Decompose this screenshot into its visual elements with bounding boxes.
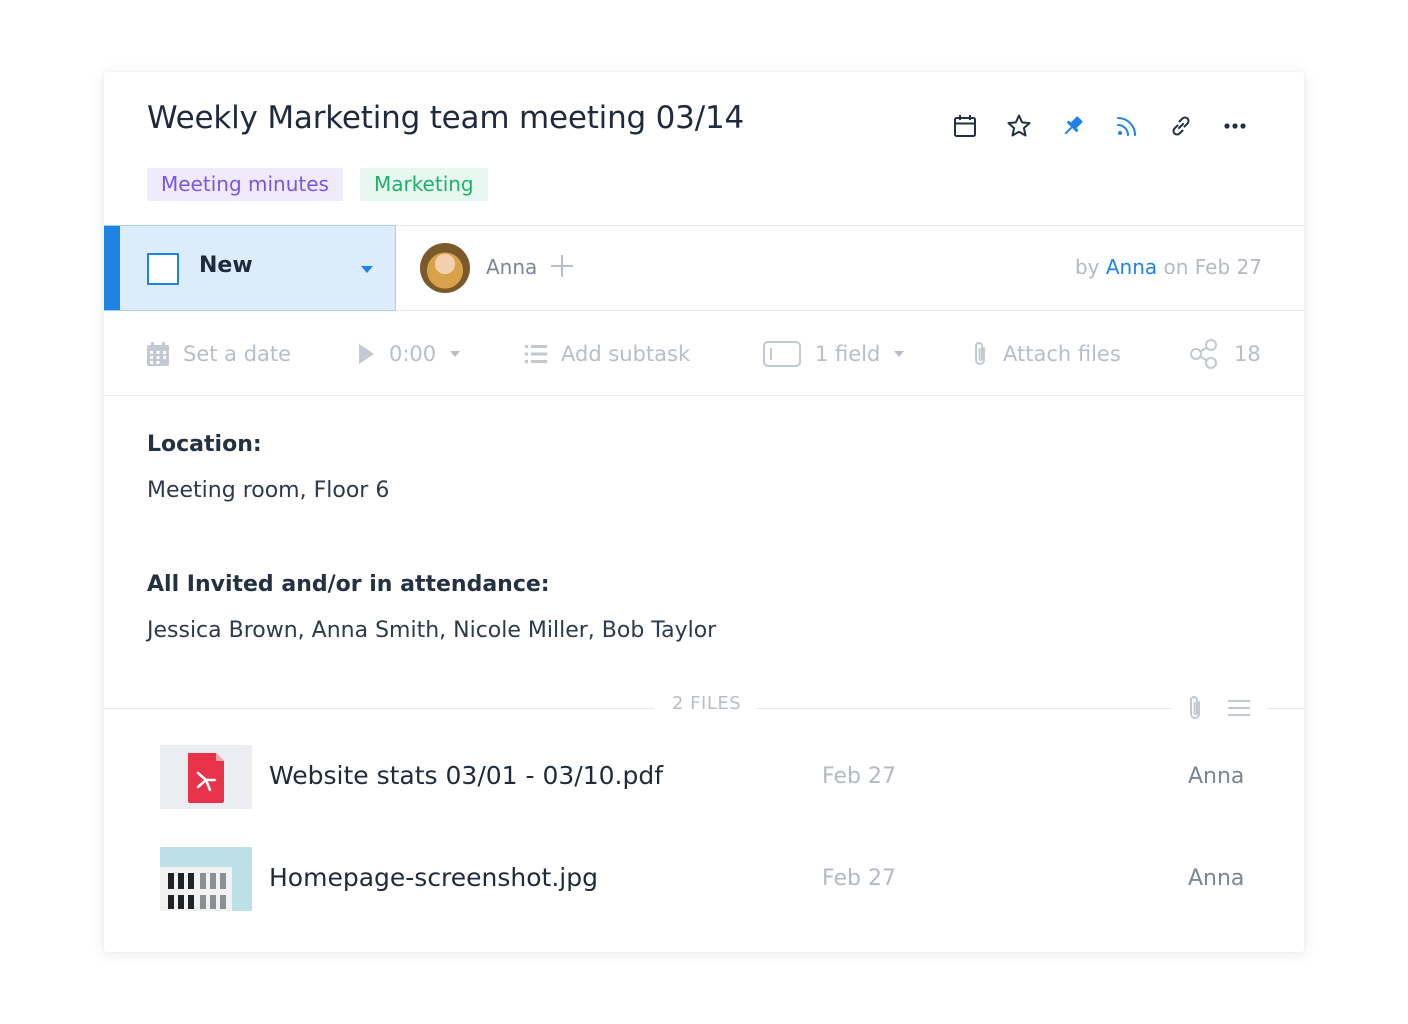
timer-label: 0:00	[389, 341, 437, 366]
custom-field-button[interactable]: 1 field	[763, 311, 905, 396]
set-date-button[interactable]: Set a date	[147, 311, 291, 396]
attach-files-button[interactable]: Attach files	[971, 311, 1121, 396]
star-icon[interactable]	[992, 110, 1046, 142]
calendar-grid-icon	[147, 341, 169, 366]
more-icon[interactable]	[1208, 110, 1262, 142]
chevron-down-icon	[450, 350, 461, 357]
add-assignee-icon[interactable]	[550, 254, 574, 278]
header-actions	[938, 110, 1262, 142]
location-label: Location:	[147, 432, 262, 457]
image-thumbnail	[160, 847, 252, 911]
calendar-icon[interactable]	[938, 110, 992, 142]
share-button[interactable]: 18	[1188, 311, 1261, 396]
task-card: Weekly Marketing team meeting 03/14 Meet…	[104, 72, 1304, 952]
file-date: Feb 27	[822, 764, 896, 789]
set-date-label: Set a date	[183, 341, 292, 366]
attendance-value: Jessica Brown, Anna Smith, Nicole Miller…	[147, 618, 717, 643]
task-toolbar: Set a date 0:00 Add subtask 1 field Atta…	[104, 311, 1304, 396]
avatar[interactable]	[420, 243, 470, 293]
file-name[interactable]: Website stats 03/01 - 03/10.pdf	[269, 761, 663, 790]
file-owner: Anna	[1188, 764, 1245, 789]
file-row[interactable]: Homepage-screenshot.jpg Feb 27 Anna	[104, 835, 1304, 923]
complete-checkbox[interactable]	[147, 253, 179, 285]
status-label: New	[199, 253, 253, 278]
play-icon	[359, 343, 374, 364]
share-icon	[1190, 338, 1217, 369]
chevron-down-icon	[361, 266, 373, 273]
list-icon	[525, 344, 547, 363]
field-label: 1 field	[815, 341, 881, 366]
status-color-bar	[104, 226, 120, 310]
attach-files-label: Attach files	[1003, 341, 1121, 366]
tag-list: Meeting minutes Marketing	[147, 168, 488, 201]
pin-icon[interactable]	[1046, 110, 1100, 142]
share-count: 18	[1234, 341, 1261, 366]
attendance-label: All Invited and/or in attendance:	[147, 572, 550, 597]
author-link[interactable]: Anna	[1106, 255, 1157, 279]
chevron-down-icon	[894, 350, 905, 357]
file-date: Feb 27	[822, 866, 896, 891]
byline-date: on Feb 27	[1163, 255, 1263, 279]
attach-paperclip-icon[interactable]	[1180, 694, 1210, 722]
tag-marketing[interactable]: Marketing	[359, 168, 488, 201]
link-icon[interactable]	[1154, 110, 1208, 142]
tag-meeting-minutes[interactable]: Meeting minutes	[147, 168, 343, 201]
field-icon	[763, 340, 801, 367]
assignee-name[interactable]: Anna	[486, 255, 537, 279]
status-row: New Anna by Anna on Feb 27	[104, 225, 1304, 311]
add-subtask-label: Add subtask	[561, 341, 691, 366]
task-title[interactable]: Weekly Marketing team meeting 03/14	[147, 100, 744, 136]
list-view-icon[interactable]	[1224, 694, 1254, 722]
file-owner: Anna	[1188, 866, 1245, 891]
rss-icon[interactable]	[1100, 110, 1154, 142]
timer-button[interactable]: 0:00	[357, 311, 461, 396]
byline-by: by	[1074, 255, 1100, 279]
file-name[interactable]: Homepage-screenshot.jpg	[269, 863, 598, 892]
status-dropdown[interactable]: New	[104, 225, 396, 311]
file-row[interactable]: Website stats 03/01 - 03/10.pdf Feb 27 A…	[104, 733, 1304, 821]
pdf-thumbnail	[160, 745, 252, 809]
files-count: 2 FILES	[672, 693, 742, 714]
add-subtask-button[interactable]: Add subtask	[525, 311, 690, 396]
location-value: Meeting room, Floor 6	[147, 478, 390, 503]
created-by: by Anna on Feb 27	[1075, 255, 1262, 279]
paperclip-icon	[975, 341, 985, 365]
